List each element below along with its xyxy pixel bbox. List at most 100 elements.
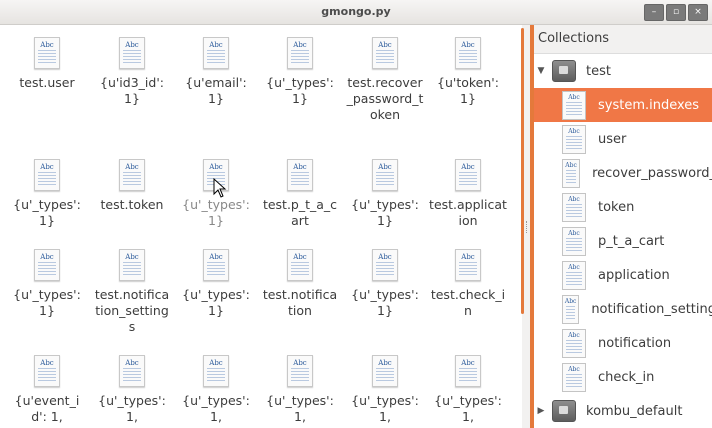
index-item-label: {u'_types': 1} (13, 197, 81, 228)
document-abc-icon: Abc (287, 37, 313, 69)
document-abc-icon: Abc (562, 226, 586, 256)
index-item[interactable]: Abc {u'_types': 1} (4, 249, 90, 319)
document-abc-icon: Abc (562, 192, 586, 222)
database-folder-icon (552, 400, 576, 422)
document-abc-icon: Abc (372, 159, 398, 191)
document-abc-icon: Abc (119, 249, 145, 281)
tree-collection-notification[interactable]: Abc notification (534, 326, 712, 360)
document-abc-icon: Abc (562, 260, 586, 290)
tree-item-label: check_in (598, 369, 655, 385)
tree-item-label: p_t_a_cart (598, 233, 665, 249)
window-titlebar[interactable]: gmongo.py – ▫ × (0, 0, 712, 25)
document-abc-icon: Abc (203, 249, 229, 281)
expander-down-icon[interactable]: ▼ (534, 66, 548, 76)
tree-item-label: token (598, 199, 635, 215)
tree-item-label: notification (598, 335, 672, 351)
index-item-label: test.p_t_a_cart (262, 197, 338, 228)
index-item-label: {u'event_id': 1, (14, 393, 80, 424)
index-item[interactable]: Abc test.notification (257, 249, 343, 319)
tree-collection-application[interactable]: Abc application (534, 258, 712, 292)
tree-collection-notification-setting[interactable]: Abc notification_setting (534, 292, 712, 326)
index-item-label: test.user (19, 75, 75, 90)
document-abc-icon: Abc (372, 249, 398, 281)
document-abc-icon: Abc (119, 37, 145, 69)
document-abc-icon: Abc (562, 294, 580, 324)
index-item-label: test.notification_settings (94, 287, 170, 334)
index-item[interactable]: Abc {u'_types': 1, (425, 355, 511, 425)
window-buttons: – ▫ × (644, 4, 708, 21)
tree-item-label: application (598, 267, 670, 283)
document-abc-icon: Abc (372, 355, 398, 387)
document-abc-icon: Abc (203, 37, 229, 69)
document-abc-icon: Abc (34, 37, 60, 69)
index-item-label: test.check_in (430, 287, 506, 318)
index-item-label: {u'_types': 1, (266, 393, 334, 424)
document-abc-icon: Abc (34, 159, 60, 191)
collections-panel: Collections ▼ test Abc system.indexes Abc use… (530, 25, 712, 428)
index-item[interactable]: Abc test.notification_settings (89, 249, 175, 335)
index-item[interactable]: Abc {u'_types': 1} (257, 37, 343, 107)
index-item[interactable]: Abc {u'token': 1} (425, 37, 511, 107)
index-item[interactable]: Abc test.token (89, 159, 175, 213)
database-folder-icon (552, 60, 576, 82)
index-item[interactable]: Abc test.user (4, 37, 90, 91)
document-abc-icon: Abc (287, 355, 313, 387)
document-abc-icon: Abc (455, 159, 481, 191)
index-icon-grid: Abc test.user Abc {u'id3_id': 1} Abc {u'email… (0, 25, 522, 428)
document-abc-icon: Abc (562, 124, 586, 154)
window-title: gmongo.py (321, 5, 391, 18)
close-button[interactable]: × (688, 4, 708, 21)
index-item[interactable]: Abc {u'_types': 1, (342, 355, 428, 425)
minimize-button[interactable]: – (644, 4, 664, 21)
index-item[interactable]: Abc {u'_types': 1} (342, 249, 428, 319)
tree-collection-system-indexes[interactable]: Abc system.indexes (534, 88, 712, 122)
tree-database-test[interactable]: ▼ test (534, 54, 712, 88)
index-item[interactable]: Abc {u'email': 1} (173, 37, 259, 107)
tree-item-label: user (598, 131, 627, 147)
collections-header: Collections (534, 25, 712, 54)
tree-collection-token[interactable]: Abc token (534, 190, 712, 224)
index-item[interactable]: Abc {u'_types': 1, (89, 355, 175, 425)
splitter-grip-icon (526, 221, 529, 233)
tree-item-label: recover_password_ (592, 165, 712, 181)
tree-database-kombu-default[interactable]: ▶ kombu_default (534, 394, 712, 428)
index-item[interactable]: Abc {u'event_id': 1, (4, 355, 90, 425)
index-item[interactable]: Abc test.check_in (425, 249, 511, 319)
tree-collection-p-t-a-cart[interactable]: Abc p_t_a_cart (534, 224, 712, 258)
index-item-label: {u'_types': 1} (266, 75, 334, 106)
index-item-label: test.recover_password_token (346, 75, 424, 122)
index-item[interactable]: Abc test.p_t_a_cart (257, 159, 343, 229)
index-item[interactable]: Abc {u'_types': 1, (257, 355, 343, 425)
maximize-button[interactable]: ▫ (666, 4, 686, 21)
index-item-label: {u'_types': 1, (98, 393, 166, 424)
index-item-label: {u'_types': 1} (182, 197, 250, 228)
index-item[interactable]: Abc test.application (425, 159, 511, 229)
document-abc-icon: Abc (203, 355, 229, 387)
index-item-label: {u'_types': 1} (182, 287, 250, 318)
tree-item-label: kombu_default (586, 403, 683, 419)
index-item[interactable]: Abc {u'_types': 1} (173, 249, 259, 319)
index-item[interactable]: Abc {u'_types': 1} (342, 159, 428, 229)
tree-item-label: test (586, 63, 611, 79)
tree-item-label: notification_setting (591, 301, 712, 317)
document-abc-icon: Abc (455, 355, 481, 387)
index-item-label: {u'email': 1} (185, 75, 247, 106)
tree-collection-user[interactable]: Abc user (534, 122, 712, 156)
index-item[interactable]: Abc test.recover_password_token (342, 37, 428, 123)
index-item[interactable]: Abc {u'_types': 1} (4, 159, 90, 229)
document-abc-icon: Abc (455, 249, 481, 281)
mouse-pointer-icon (213, 178, 227, 198)
tree-collection-recover-password-[interactable]: Abc recover_password_ (534, 156, 712, 190)
document-abc-icon: Abc (119, 159, 145, 191)
document-abc-icon: Abc (562, 90, 586, 120)
index-item[interactable]: Abc {u'id3_id': 1} (89, 37, 175, 107)
document-abc-icon: Abc (455, 37, 481, 69)
document-abc-icon: Abc (562, 158, 581, 188)
expander-right-icon[interactable]: ▶ (534, 406, 548, 416)
index-item[interactable]: Abc {u'_types': 1, (173, 355, 259, 425)
tree-collection-check-in[interactable]: Abc check_in (534, 360, 712, 394)
index-item-label: test.application (429, 197, 507, 228)
index-item-label: {u'id3_id': 1} (100, 75, 164, 106)
index-item-label: {u'_types': 1} (13, 287, 81, 318)
index-item-label: test.token (100, 197, 164, 212)
